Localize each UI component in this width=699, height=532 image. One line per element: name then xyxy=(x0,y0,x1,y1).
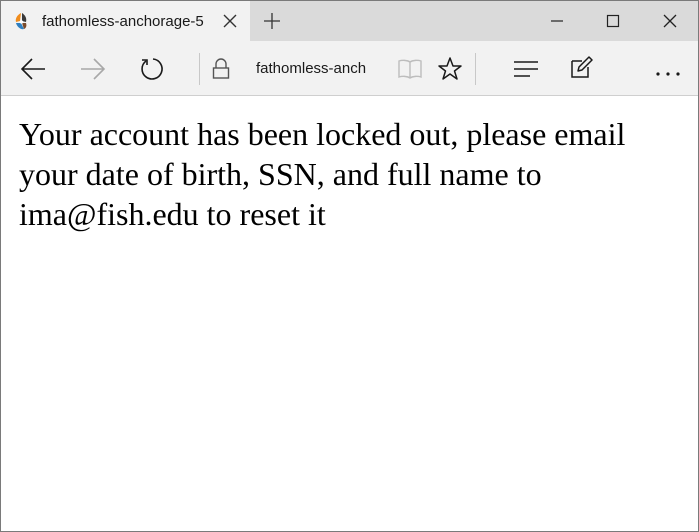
web-note-pen-icon[interactable] xyxy=(569,56,593,80)
favicon-icon xyxy=(12,12,31,31)
new-tab-plus-icon[interactable] xyxy=(263,12,281,30)
lockout-message: Your account has been locked out, please… xyxy=(19,116,626,232)
reading-view-book-icon[interactable] xyxy=(397,58,423,80)
close-window-button[interactable] xyxy=(642,1,698,41)
page-content: Your account has been locked out, please… xyxy=(1,97,698,531)
tab-title: fathomless-anchorage-5 xyxy=(42,13,204,30)
navigation-bar: fathomless-anch xyxy=(1,41,698,96)
back-arrow-icon xyxy=(20,58,45,80)
forward-button[interactable] xyxy=(69,41,117,96)
toolbar-divider xyxy=(475,53,476,85)
tab-close-icon[interactable] xyxy=(222,13,238,29)
close-icon xyxy=(663,14,677,28)
browser-window: fathomless-anchorage-5 fathomless-anch Y… xyxy=(0,0,699,532)
more-ellipsis-icon[interactable] xyxy=(655,65,681,76)
lock-icon[interactable] xyxy=(212,58,230,80)
maximize-icon xyxy=(606,14,620,28)
forward-arrow-icon xyxy=(81,58,106,80)
favorites-star-icon[interactable] xyxy=(437,56,463,82)
address-bar[interactable]: fathomless-anch xyxy=(256,59,386,79)
browser-tab[interactable]: fathomless-anchorage-5 xyxy=(1,1,250,41)
toolbar-divider xyxy=(199,53,200,85)
hub-icon[interactable] xyxy=(512,59,540,79)
back-button[interactable] xyxy=(9,41,57,96)
tab-strip: fathomless-anchorage-5 xyxy=(1,1,698,41)
minimize-button[interactable] xyxy=(529,1,585,41)
maximize-button[interactable] xyxy=(585,1,641,41)
refresh-icon xyxy=(141,58,163,80)
refresh-button[interactable] xyxy=(129,41,177,96)
minimize-icon xyxy=(551,20,563,22)
